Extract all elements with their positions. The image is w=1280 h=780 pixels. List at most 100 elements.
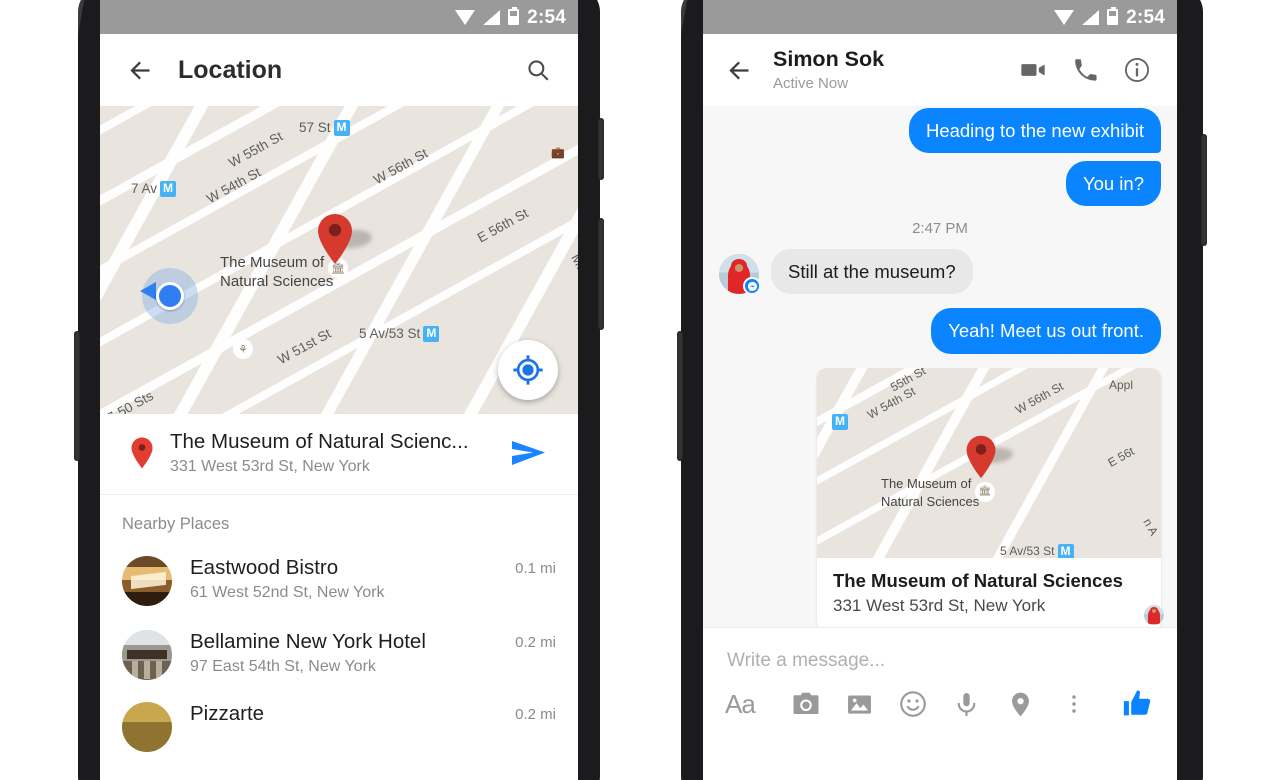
list-item[interactable]: Pizzarte 0.2 mi <box>100 692 578 764</box>
avatar <box>122 556 172 606</box>
map-view[interactable]: 57 St M W 55th St W 54th St 7 Av M W 56th … <box>100 106 578 414</box>
place-distance: 0.2 mi <box>515 634 556 651</box>
selected-place-text: The Museum of Natural Scienc... 331 West… <box>162 430 502 476</box>
voice-tool[interactable] <box>940 680 994 728</box>
list-item-text: Eastwood Bistro 61 West 52nd St, New Yor… <box>172 556 515 602</box>
place-distance: 0.2 mi <box>515 706 556 723</box>
message-bubble-incoming[interactable]: Still at the museum? <box>771 249 973 295</box>
battery-icon <box>1107 7 1119 25</box>
selected-place-row[interactable]: The Museum of Natural Scienc... 331 West… <box>100 414 578 495</box>
map-pin-icon <box>963 434 1014 480</box>
subway-badge-icon: M <box>423 326 440 343</box>
location-tool[interactable] <box>994 680 1048 728</box>
place-name: Eastwood Bistro <box>190 556 339 579</box>
subway-badge-icon: M <box>1057 543 1074 558</box>
map-poi-label-line1: The Museum of <box>220 254 325 271</box>
left-phone-frame: 2:54 Location 57 St M W 55th St W 54th S… <box>74 0 604 780</box>
message-row[interactable]: You in? <box>719 161 1161 207</box>
nearby-places-header: Nearby Places <box>122 515 230 533</box>
right-phone-power-button[interactable] <box>1201 134 1207 246</box>
message-timestamp: 2:47 PM <box>912 220 968 238</box>
selected-place-address: 331 West 53rd St, New York <box>170 458 370 475</box>
message-bubble-outgoing[interactable]: You in? <box>1065 161 1161 207</box>
right-phone-side-button[interactable] <box>677 331 683 461</box>
subway-badge-icon: M <box>333 120 350 137</box>
location-app-bar: Location <box>100 34 578 106</box>
place-address: 97 East 54th St, New York <box>190 658 376 675</box>
conversation-header-text[interactable]: Simon Sok Active Now <box>773 48 1007 92</box>
page-title: Location <box>178 55 283 84</box>
contact-avatar[interactable] <box>719 254 761 296</box>
my-location-icon[interactable] <box>498 340 558 400</box>
message-row[interactable]: Still at the museum? <box>719 249 1161 296</box>
card-map-label: 5 Av/53 St M <box>1000 543 1074 558</box>
status-clock: 2:54 <box>527 6 566 28</box>
phone-call-icon[interactable] <box>1059 47 1111 93</box>
card-info: The Museum of Natural Sciences 331 West … <box>817 558 1161 628</box>
subway-badge-icon: M <box>832 413 848 430</box>
status-clock: 2:54 <box>1126 6 1165 28</box>
text-format-tool[interactable]: Aa <box>725 680 779 728</box>
back-arrow-icon[interactable] <box>717 48 761 92</box>
list-item-text: Pizzarte <box>172 702 515 726</box>
message-thread[interactable]: Heading to the new exhibit You in? 2:47 … <box>703 106 1177 627</box>
avatar <box>122 702 172 752</box>
poi-icon: 💼 <box>551 146 565 159</box>
search-icon[interactable] <box>516 48 560 92</box>
card-map-label: Appl <box>1109 377 1134 392</box>
status-bar: 2:54 <box>703 0 1177 34</box>
map-poi-label-line2: Natural Sciences <box>220 273 334 290</box>
back-arrow-icon[interactable] <box>118 48 162 92</box>
message-bubble-outgoing[interactable]: Yeah! Meet us out front. <box>931 308 1161 354</box>
screenshot-stage: 2:54 Location 57 St M W 55th St W 54th S… <box>0 0 1280 780</box>
sticker-tool[interactable] <box>886 680 940 728</box>
message-row-map-card[interactable]: 55th St W 54th St W 56th St Appl E 56t n… <box>719 367 1165 628</box>
avatar <box>122 630 172 680</box>
composer-toolbar: Aa <box>703 672 1177 728</box>
status-bar: 2:54 <box>100 0 578 34</box>
message-row[interactable]: Heading to the new exhibit <box>719 108 1161 154</box>
place-name: Pizzarte <box>190 702 265 725</box>
info-icon[interactable] <box>1111 47 1163 93</box>
signal-icon <box>1082 9 1100 25</box>
selected-place-name: The Museum of Natural Scienc... <box>170 430 469 453</box>
card-poi-label-line2: Natural Sciences <box>881 493 980 509</box>
like-tool[interactable] <box>1101 680 1155 728</box>
location-share-card[interactable]: 55th St W 54th St W 56th St Appl E 56t n… <box>817 367 1161 628</box>
card-map-view[interactable]: 55th St W 54th St W 56th St Appl E 56t n… <box>817 367 1161 558</box>
message-bubble-outgoing[interactable]: Heading to the new exhibit <box>908 108 1161 154</box>
right-phone-screen: 2:54 Simon Sok Active Now Heading to the… <box>703 0 1177 780</box>
gallery-tool[interactable] <box>833 680 887 728</box>
map-label-57st: 57 St M <box>299 120 350 137</box>
map-label-7av: 7 Av M <box>131 181 177 198</box>
battery-icon <box>508 7 520 25</box>
nearby-places-list: Eastwood Bistro 61 West 52nd St, New Yor… <box>100 540 578 764</box>
contact-name: Simon Sok <box>773 47 885 72</box>
card-title: The Museum of Natural Sciences <box>833 569 1123 591</box>
wifi-icon <box>455 9 476 25</box>
message-composer: Write a message... Aa <box>703 627 1177 756</box>
place-name: Bellamine New York Hotel <box>190 630 426 653</box>
seen-avatar <box>1143 603 1165 626</box>
map-pin-icon <box>122 436 162 470</box>
map-pin-icon <box>314 212 373 266</box>
card-poi-label-line1: The Museum of <box>881 475 972 491</box>
user-location-dot <box>140 268 198 324</box>
map-label-5av53: 5 Av/53 St M <box>359 326 440 343</box>
camera-tool[interactable] <box>779 680 833 728</box>
card-address: 331 West 53rd St, New York <box>833 595 1046 615</box>
send-icon[interactable] <box>502 438 556 468</box>
list-item[interactable]: Bellamine New York Hotel 97 East 54th St… <box>100 618 578 692</box>
left-phone-side-button[interactable] <box>74 331 80 461</box>
message-input[interactable]: Write a message... <box>703 628 1177 672</box>
conversation-app-bar: Simon Sok Active Now <box>703 34 1177 106</box>
right-phone-frame: 2:54 Simon Sok Active Now Heading to the… <box>677 0 1207 780</box>
list-item[interactable]: Eastwood Bistro 61 West 52nd St, New Yor… <box>100 544 578 618</box>
more-tool[interactable] <box>1048 680 1102 728</box>
video-call-icon[interactable] <box>1007 47 1059 93</box>
left-phone-power-button[interactable] <box>598 118 604 180</box>
left-phone-volume-button[interactable] <box>598 218 604 330</box>
subway-badge-icon: M <box>160 181 177 198</box>
place-distance: 0.1 mi <box>515 560 556 577</box>
message-row[interactable]: Yeah! Meet us out front. <box>719 308 1161 354</box>
